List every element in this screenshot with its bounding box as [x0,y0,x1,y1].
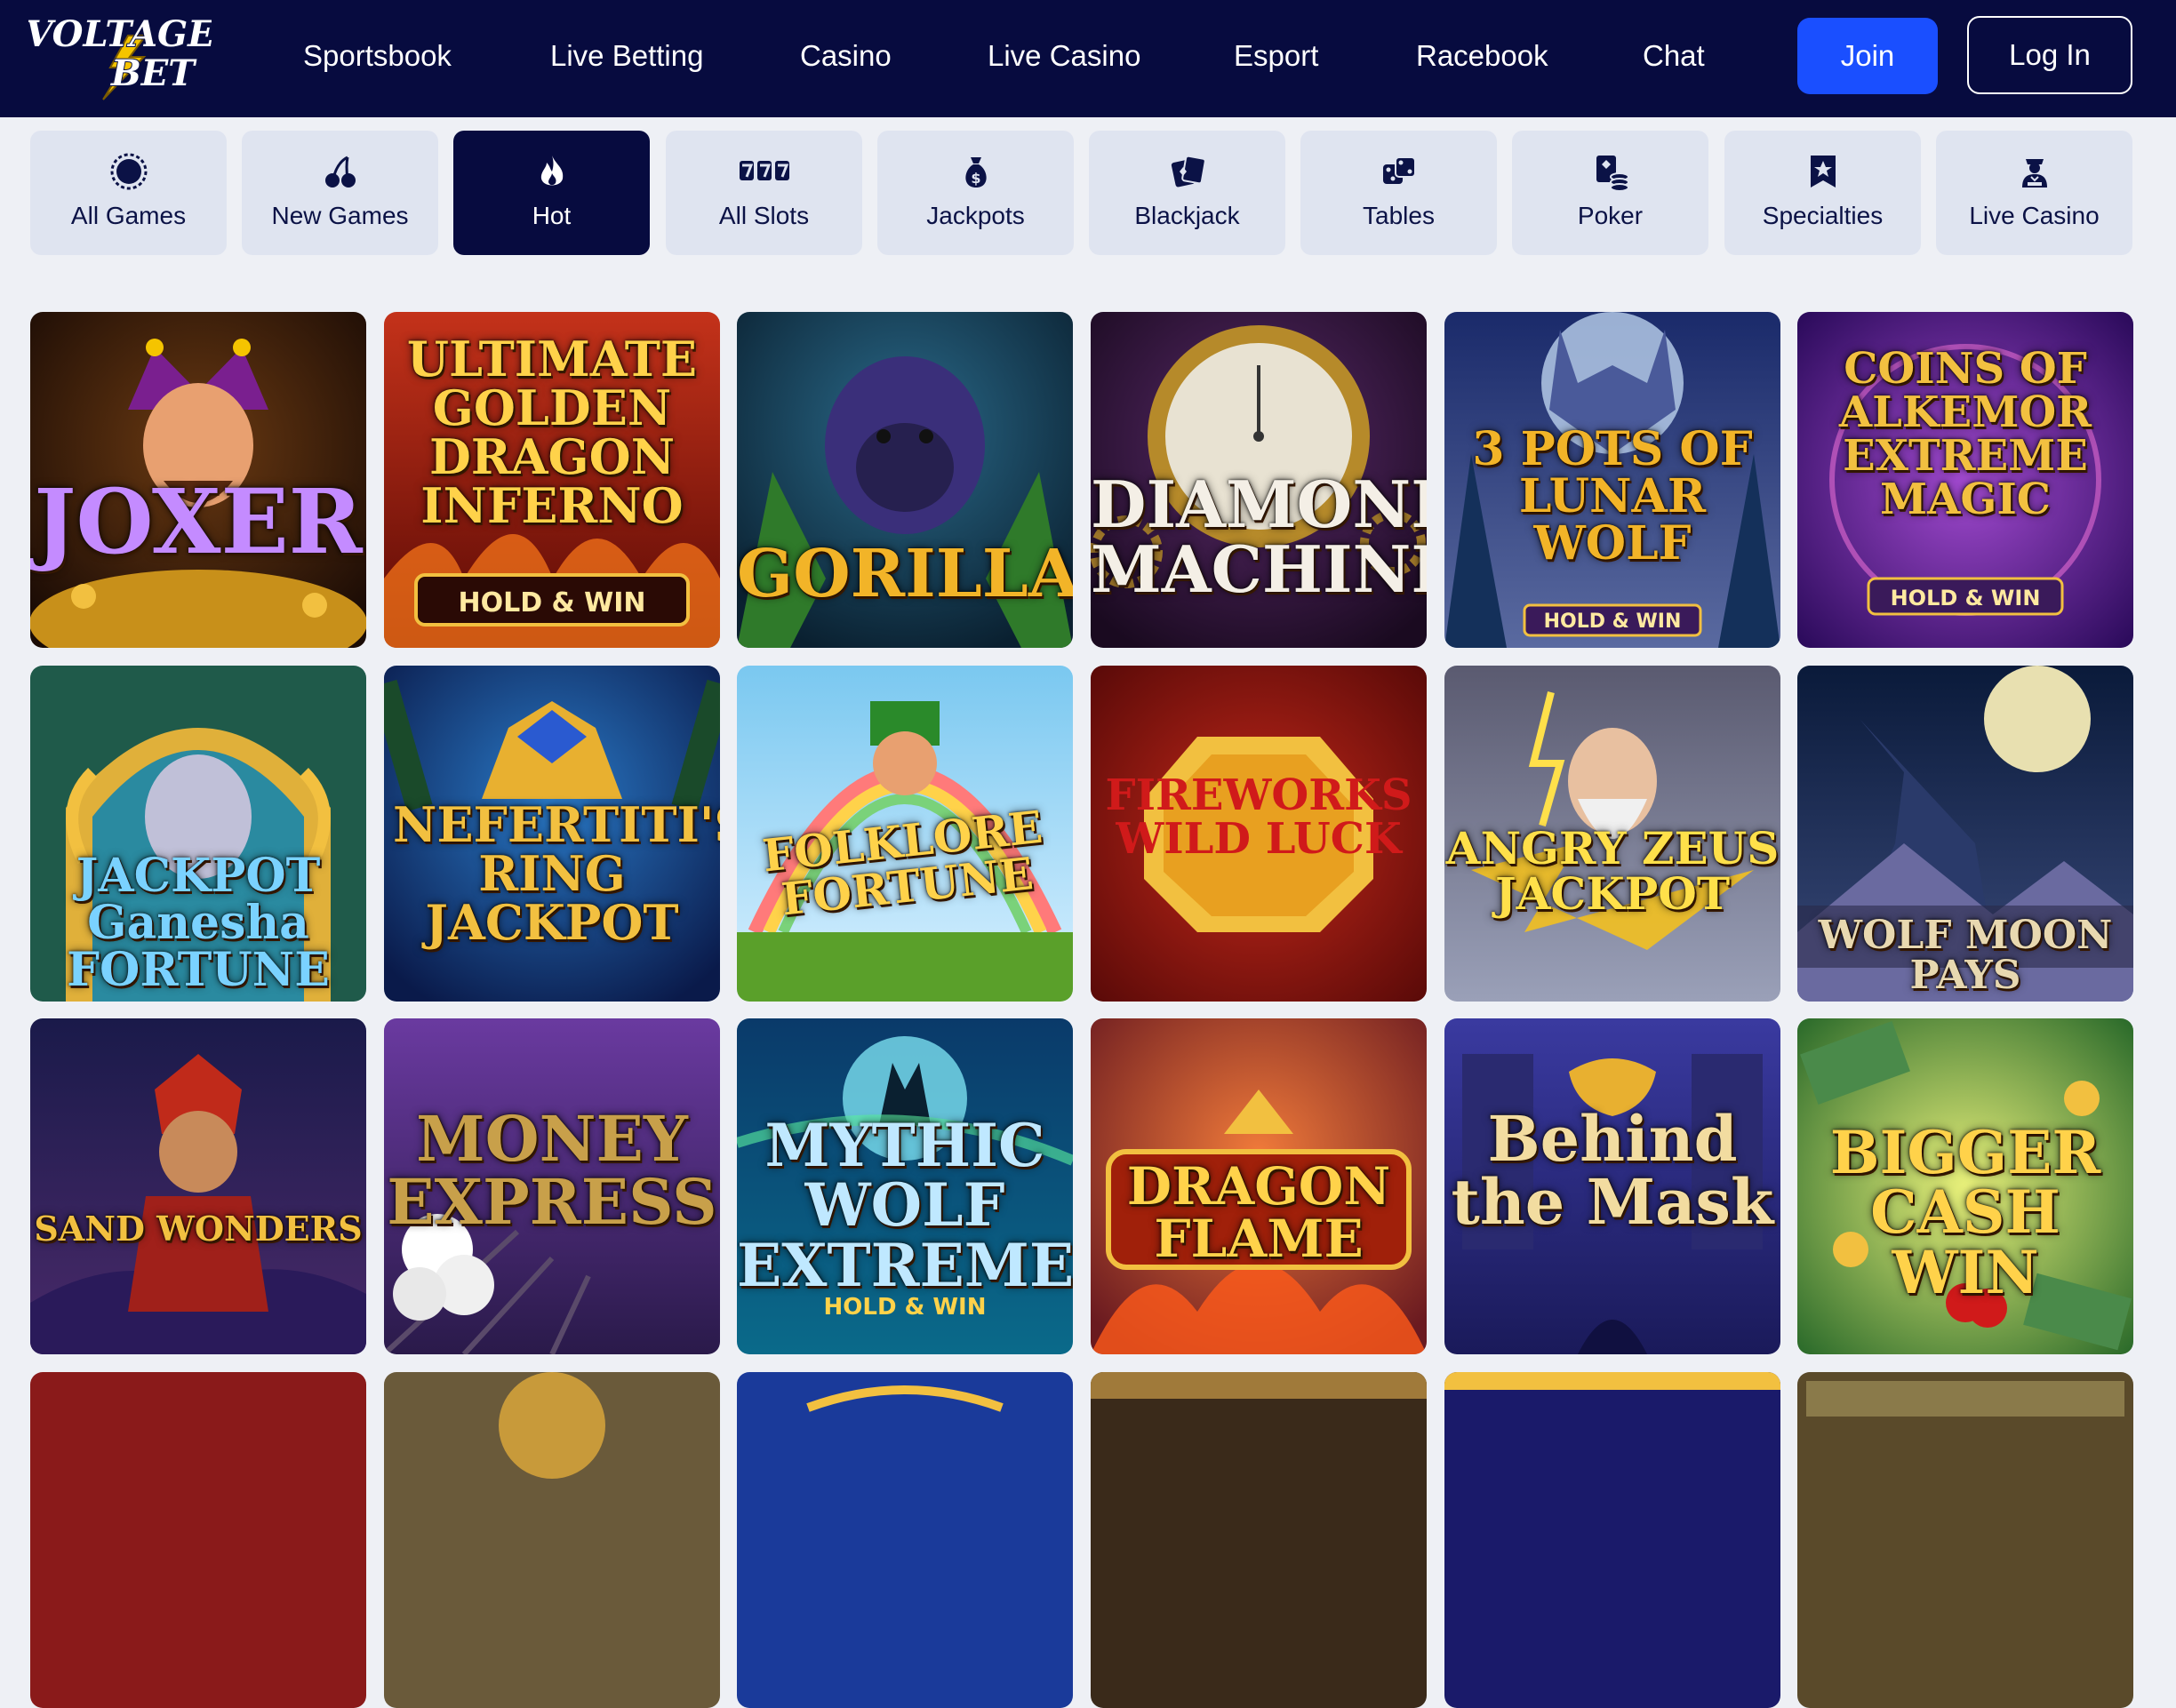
game-title: 3 POTS OF LUNAR WOLF [1472,422,1753,571]
category-label: Hot [532,202,572,229]
category-new-games[interactable]: New Games [242,131,438,255]
voltage-bet-logo[interactable]: VOLTAGE BET [24,12,216,101]
category-label: Blackjack [1134,202,1240,229]
game-title: DIAMOND MACHINE [1091,467,1427,608]
category-label: Jackpots [926,202,1025,229]
nav-esport[interactable]: Esport [1234,32,1318,80]
game-title: DRAGON FLAME [1126,1156,1391,1270]
game-tile-bigger-cash-win[interactable]: BIGGER CASH WIN [1797,1018,2133,1354]
game-title: SAND WONDERS [34,1209,363,1249]
category-all-games[interactable]: All Games [30,131,227,255]
game-tile-row4-4[interactable] [1091,1372,1427,1708]
game-subtitle: HOLD & WIN [823,1294,987,1321]
logo-text-voltage: VOLTAGE [28,14,212,55]
game-title: JOXER [34,469,363,574]
game-tile-dragon-flame[interactable]: DRAGON FLAME [1091,1018,1427,1354]
game-tile-gorilla[interactable]: GORILLA [737,312,1073,648]
svg-text:$: $ [971,170,980,187]
top-navigation-bar: VOLTAGE BET Sportsbook Live Betting Casi… [0,0,2176,117]
game-tile-joxer[interactable]: JOXER [30,312,366,648]
dealer-icon [1936,152,2132,193]
game-tile-row4-5[interactable] [1444,1372,1780,1708]
category-all-slots[interactable]: All Slots [666,131,862,255]
game-title: MYTHIC WOLF EXTREME [737,1111,1073,1300]
game-subtitle: HOLD & WIN [458,587,646,619]
game-tile-row4-2[interactable] [384,1372,720,1708]
category-label: Tables [1363,202,1435,229]
logo-text-bet: BET [110,52,197,94]
game-tile-row4-6[interactable] [1797,1372,2133,1708]
game-tile-jackpot-ganesha[interactable]: JACKPOT Ganesha FORTUNE [30,666,366,1002]
game-title: MONEY EXPRESS [387,1102,717,1240]
game-title: Behind the Mask [1451,1102,1774,1240]
game-title: NEFERTITI'S RING JACKPOT [393,796,720,952]
game-tile-angry-zeus[interactable]: ANGRY ZEUS JACKPOT [1444,666,1780,1002]
category-hot[interactable]: Hot [453,131,650,255]
game-tile-behind-the-mask[interactable]: Behind the Mask [1444,1018,1780,1354]
login-button[interactable]: Log In [1967,16,2132,94]
game-subtitle: HOLD & WIN [1890,586,2041,611]
game-tile-sand-wonders[interactable]: SAND WONDERS [30,1018,366,1354]
category-label: Specialties [1762,202,1884,229]
category-label: New Games [271,202,409,229]
cards-icon [1089,152,1285,193]
category-label: All Slots [718,202,810,229]
poker-chips-icon [1512,152,1708,193]
category-blackjack[interactable]: Blackjack [1089,131,1285,255]
category-tables[interactable]: Tables [1300,131,1497,255]
money-bag-icon: $ [877,152,1074,193]
star-bookmark-icon [1724,152,1921,193]
game-title: ULTIMATE GOLDEN DRAGON INFERNO [406,331,698,535]
dice-icon [1300,152,1497,193]
game-title: JACKPOT Ganesha FORTUNE [67,849,330,998]
game-tile-fireworks-wild-luck[interactable]: FIREWORKS WILD LUCK [1091,666,1427,1002]
category-poker[interactable]: Poker [1512,131,1708,255]
game-tile-diamond-machine[interactable]: DIAMOND MACHINE [1091,312,1427,648]
game-tile-wolf-moon-pays[interactable]: WOLF MOON PAYS [1797,666,2133,1002]
game-tile-coins-of-alkemor[interactable]: COINS OF ALKEMOR EXTREME MAGIC HOLD & WI… [1797,312,2133,648]
nav-live-casino[interactable]: Live Casino [988,32,1140,80]
game-tile-mythic-wolf[interactable]: MYTHIC WOLF EXTREME HOLD & WIN [737,1018,1073,1354]
game-title: GORILLA [737,536,1073,612]
nav-chat[interactable]: Chat [1643,32,1705,80]
game-title: ANGRY ZEUS JACKPOT [1445,822,1780,920]
category-label: Live Casino [1969,202,2100,229]
category-label: Poker [1577,202,1644,229]
globe-icon [30,152,227,193]
game-tile-golden-dragon[interactable]: ULTIMATE GOLDEN DRAGON INFERNO HOLD & WI… [384,312,720,648]
game-tile-row4-3[interactable] [737,1372,1073,1708]
game-subtitle: HOLD & WIN [1543,611,1682,633]
category-specialties[interactable]: Specialties [1724,131,1921,255]
game-title: FIREWORKS WILD LUCK [1105,770,1412,864]
cherries-icon [242,152,438,193]
sevens-icon [666,152,862,193]
nav-live-betting[interactable]: Live Betting [550,32,703,80]
flame-icon [453,152,650,193]
nav-sportsbook[interactable]: Sportsbook [303,32,452,80]
game-tile-folklore-fortune[interactable]: FOLKLORE FORTUNE [737,666,1073,1002]
game-tile-money-express[interactable]: MONEY EXPRESS [384,1018,720,1354]
nav-racebook[interactable]: Racebook [1416,32,1548,80]
game-title: WOLF MOON PAYS [1818,913,2113,998]
game-tile-lunar-wolf[interactable]: 3 POTS OF LUNAR WOLF HOLD & WIN [1444,312,1780,648]
game-title: COINS OF ALKEMOR EXTREME MAGIC [1838,344,2092,524]
game-title: BIGGER CASH WIN [1829,1118,2101,1307]
category-live-casino[interactable]: Live Casino [1936,131,2132,255]
category-label: All Games [70,202,187,229]
game-tile-row4-1[interactable] [30,1372,366,1708]
game-tile-nefertitis-ring[interactable]: NEFERTITI'S RING JACKPOT [384,666,720,1002]
nav-casino[interactable]: Casino [800,32,892,80]
join-button[interactable]: Join [1797,18,1938,94]
category-jackpots[interactable]: $ Jackpots [877,131,1074,255]
